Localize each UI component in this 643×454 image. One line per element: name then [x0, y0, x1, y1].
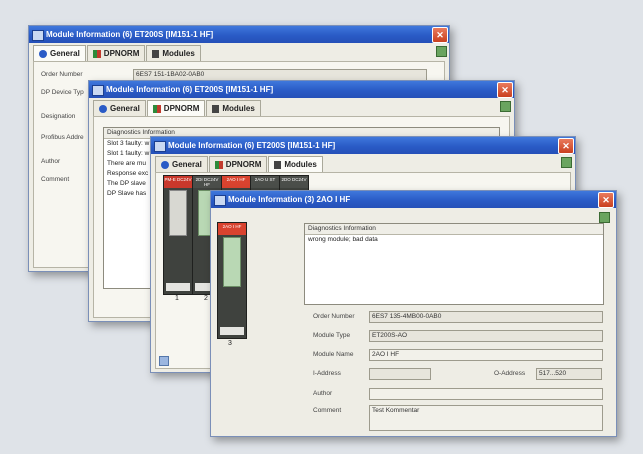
window-title: Module Information (6) ET200S [IM151-1 H… [168, 141, 336, 150]
help-icon[interactable] [436, 46, 447, 57]
tab-dpnorm[interactable]: DPNORM [86, 45, 146, 61]
tab-label: General [172, 160, 202, 169]
label-comment: Comment [313, 407, 342, 414]
tab-bar: General DPNORM Modules [33, 45, 201, 61]
author-field[interactable] [369, 388, 603, 400]
tab-label: Modules [162, 49, 195, 58]
module-name-field[interactable]: 2AO I HF [369, 349, 603, 361]
tab-label: Modules [284, 160, 317, 169]
tab-label: DPNORM [103, 49, 140, 58]
info-icon [161, 160, 169, 169]
module-label: 2DI DC24V HF [193, 176, 221, 188]
title-bar[interactable]: Module Information (3) 2AO I HF [211, 191, 616, 208]
scroll-arrow-icon[interactable] [159, 356, 169, 366]
label-i-address: I-Address [313, 370, 341, 377]
tab-label: DPNORM [225, 160, 262, 169]
window-module-info: Module Information (3) 2AO I HF ✕ 2AO I … [210, 190, 617, 437]
modules-icon [152, 49, 160, 58]
module-label: 2DO DC24V [280, 176, 308, 188]
module-label: 2AO I HF [218, 223, 246, 235]
tab-dpnorm[interactable]: DPNORM [208, 156, 268, 172]
window-title: Module Information (6) ET200S [IM151-1 H… [106, 85, 274, 94]
tab-modules[interactable]: Modules [268, 156, 323, 172]
label-comment: Comment [41, 176, 70, 183]
dpnorm-icon [92, 49, 101, 58]
label-module-type: Module Type [313, 332, 351, 339]
label-author: Author [41, 158, 61, 165]
slot-number: 2 [204, 295, 208, 302]
diagnostics-box: Diagnostics Information wrong module; ba… [304, 223, 604, 305]
tab-dpnorm[interactable]: DPNORM [146, 100, 206, 116]
comment-field[interactable]: Test Kommentar [369, 405, 603, 431]
module-slot-1[interactable]: PM-E DC24V [163, 175, 193, 295]
tab-general[interactable]: General [33, 45, 86, 61]
diagnostics-header: Diagnostics Information [305, 224, 603, 235]
info-icon [99, 104, 107, 113]
label-order-number: Order Number [41, 71, 83, 78]
order-number-field: 6ES7 135-4MB00-0AB0 [369, 311, 603, 323]
tab-label: General [50, 49, 80, 58]
close-button[interactable]: ✕ [497, 82, 513, 98]
module-info-icon [92, 85, 104, 96]
close-button[interactable]: ✕ [598, 192, 614, 208]
tab-modules[interactable]: Modules [206, 100, 261, 116]
label-designation: Designation [41, 113, 76, 120]
label-o-address: O-Address [494, 370, 526, 377]
label-profibus-address: Profibus Addre [41, 134, 84, 141]
i-address-field [369, 368, 431, 380]
module-display [169, 190, 187, 236]
title-bar[interactable]: Module Information (6) ET200S [IM151-1 H… [29, 26, 449, 43]
modules-icon [212, 104, 220, 113]
module-terminal [166, 283, 190, 291]
module-display [223, 237, 241, 287]
close-button[interactable]: ✕ [432, 27, 448, 43]
help-icon[interactable] [561, 157, 572, 168]
module-label: 2AO I HF [222, 176, 250, 188]
module-info-icon [32, 30, 44, 41]
title-bar[interactable]: Module Information (6) ET200S [IM151-1 H… [151, 137, 575, 154]
module-2ao-i-hf[interactable]: 2AO I HF [217, 222, 247, 339]
tab-bar: General DPNORM Modules [93, 100, 261, 116]
label-module-name: Module Name [313, 351, 354, 358]
label-dp-device-type: DP Device Typ [41, 89, 84, 96]
module-label: 2AO U ST [251, 176, 279, 188]
dpnorm-icon [152, 104, 161, 113]
window-title: Module Information (6) ET200S [IM151-1 H… [46, 30, 214, 39]
window-title: Module Information (3) 2AO I HF [228, 195, 351, 204]
module-info-icon [154, 141, 166, 152]
slot-number: 1 [175, 295, 179, 302]
module-label: PM-E DC24V [164, 176, 192, 188]
label-author: Author [313, 390, 333, 397]
tab-modules[interactable]: Modules [146, 45, 201, 61]
close-button[interactable]: ✕ [558, 138, 574, 154]
tab-label: DPNORM [163, 104, 200, 113]
module-info-icon [214, 195, 226, 206]
tab-bar: General DPNORM Modules [155, 156, 323, 172]
diagnostics-text: wrong module; bad data [308, 236, 378, 243]
slot-number: 3 [228, 340, 232, 347]
tab-label: Modules [222, 104, 255, 113]
o-address-field: 517...520 [536, 368, 602, 380]
tab-label: General [110, 104, 140, 113]
modules-icon [274, 160, 282, 169]
dpnorm-icon [214, 160, 223, 169]
help-icon[interactable] [500, 101, 511, 112]
module-type-field: ET200S-AO [369, 330, 603, 342]
info-icon [39, 49, 47, 58]
help-icon[interactable] [599, 212, 610, 223]
module-terminal [220, 327, 244, 335]
tab-general[interactable]: General [155, 156, 208, 172]
tab-general[interactable]: General [93, 100, 146, 116]
title-bar[interactable]: Module Information (6) ET200S [IM151-1 H… [89, 81, 514, 98]
label-order-number: Order Number [313, 313, 355, 320]
